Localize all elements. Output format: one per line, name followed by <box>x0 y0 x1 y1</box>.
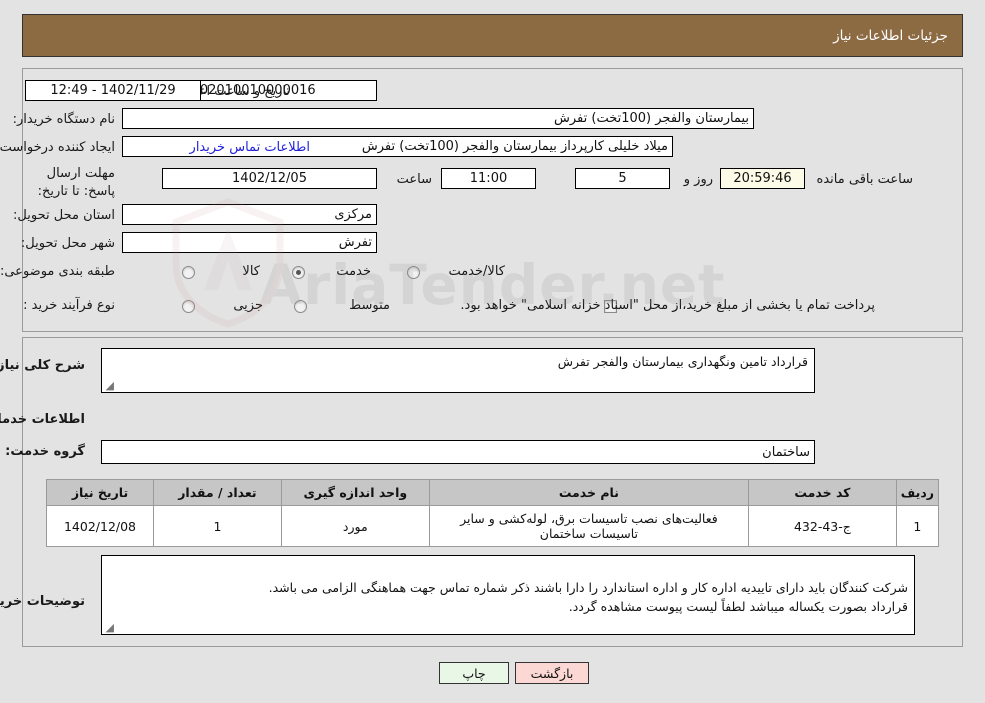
table-header-row: ردیف کد خدمت نام خدمت واحد اندازه گیری ت… <box>46 479 940 506</box>
column-header-row-no: ردیف <box>895 479 940 506</box>
column-header-service-name: نام خدمت <box>428 479 750 506</box>
radio-category-goods-label: کالا <box>242 264 260 279</box>
days-unit-label: روز و <box>683 172 713 187</box>
announce-datetime-value: 1402/11/29 - 12:49 <box>25 80 201 101</box>
buyer-contact-link[interactable]: اطلاعات تماس خریدار <box>190 140 310 155</box>
radio-category-goods[interactable] <box>182 266 195 279</box>
cell-row-no: 1 <box>895 505 940 547</box>
summary-label: شرح کلی نیاز: <box>0 358 85 373</box>
radio-category-goods-service-label: کالا/خدمت <box>448 264 505 279</box>
back-button[interactable]: بازگشت <box>515 662 589 684</box>
radio-category-service-label: خدمت <box>336 264 371 279</box>
radio-process-minor-label: جزیی <box>233 298 263 313</box>
province-value: مرکزی <box>122 204 377 225</box>
creator-label: ایجاد کننده درخواست: <box>0 140 115 155</box>
table-row: 1 ج-43-432 فعالیت‌های نصب تاسیسات برق، ل… <box>46 505 940 547</box>
summary-textarea[interactable]: قرارداد تامین ونگهداری بیمارستان والفجر … <box>101 348 815 393</box>
cell-unit: مورد <box>280 505 430 547</box>
notes-textarea[interactable]: شرکت کنندگان باید دارای تاییدیه اداره کا… <box>101 555 915 635</box>
cell-need-date: 1402/12/08 <box>46 505 154 547</box>
remaining-days-value: 5 <box>575 168 670 189</box>
countdown-suffix-label: ساعت باقی مانده <box>816 172 913 187</box>
cell-service-name: فعالیت‌های نصب تاسیسات برق، لوله‌کشی و س… <box>428 505 750 547</box>
column-header-unit: واحد اندازه گیری <box>280 479 430 506</box>
column-header-need-date: تاریخ نیاز <box>46 479 154 506</box>
page-title: جزئیات اطلاعات نیاز <box>833 27 948 44</box>
service-group-value: ساختمان <box>101 440 815 464</box>
countdown-timer: 20:59:46 <box>720 168 805 189</box>
notes-label: توضیحات خریدار: <box>0 594 85 609</box>
resize-grip-icon[interactable]: ◢ <box>104 380 114 391</box>
services-table: ردیف کد خدمت نام خدمت واحد اندازه گیری ت… <box>46 479 940 547</box>
radio-category-service[interactable] <box>292 266 305 279</box>
buyer-org-label: نام دستگاه خریدار: <box>12 112 115 127</box>
hour-value: 11:00 <box>441 168 536 189</box>
buyer-org-value: بیمارستان والفجر (100تخت) تفرش <box>122 108 754 129</box>
deadline-date-value: 1402/12/05 <box>162 168 377 189</box>
cell-service-code: ج-43-432 <box>748 505 897 547</box>
radio-process-medium[interactable] <box>294 300 307 313</box>
province-label: استان محل تحویل: <box>13 208 115 223</box>
process-label: نوع فرآیند خرید : <box>23 298 115 313</box>
print-button[interactable]: چاپ <box>439 662 509 684</box>
cell-quantity: 1 <box>152 505 282 547</box>
services-section-title: اطلاعات خدمات مورد نیاز <box>0 412 85 427</box>
radio-category-goods-service[interactable] <box>407 266 420 279</box>
page-root: جزئیات اطلاعات نیاز شماره نیاز: 11020100… <box>0 0 985 703</box>
summary-value: قرارداد تامین ونگهداری بیمارستان والفجر … <box>557 354 808 369</box>
hour-label: ساعت <box>396 172 432 187</box>
column-header-service-code: کد خدمت <box>748 479 897 506</box>
page-header: جزئیات اطلاعات نیاز <box>22 14 963 57</box>
notes-value: شرکت کنندگان باید دارای تاییدیه اداره کا… <box>268 579 908 614</box>
service-group-label: گروه خدمت: <box>5 444 85 459</box>
category-label: طبقه بندی موضوعی: <box>0 264 115 279</box>
radio-process-minor[interactable] <box>182 300 195 313</box>
city-label: شهر محل تحویل: <box>20 236 115 251</box>
treasury-bonds-label: پرداخت تمام یا بخشی از مبلغ خرید،از محل … <box>460 298 875 313</box>
resize-grip-icon-notes[interactable]: ◢ <box>104 622 114 633</box>
radio-process-medium-label: متوسط <box>349 298 390 313</box>
column-header-quantity: تعداد / مقدار <box>152 479 282 506</box>
city-value: تفرش <box>122 232 377 253</box>
deadline-label: مهلت ارسال پاسخ: تا تاریخ: <box>37 166 115 199</box>
